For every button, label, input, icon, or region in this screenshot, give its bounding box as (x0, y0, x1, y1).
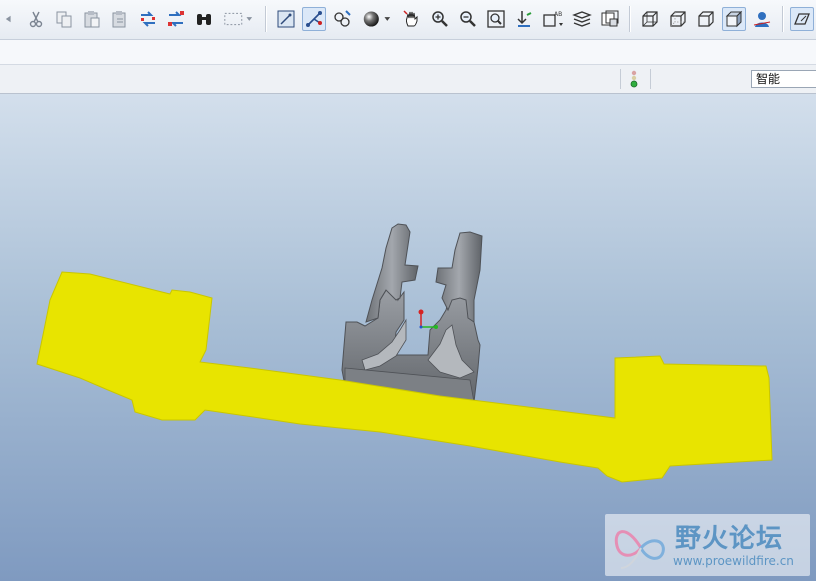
model-canvas[interactable] (0, 94, 816, 581)
hidden-line-button[interactable] (666, 7, 690, 31)
regenerate-manager-icon (168, 11, 184, 27)
refit-button[interactable] (484, 7, 508, 31)
regenerate-icon (141, 11, 155, 27)
toolbar-separator (265, 6, 267, 32)
status-bar: 智能 (0, 65, 816, 94)
no-hidden-button[interactable] (694, 7, 718, 31)
cut-button[interactable] (24, 7, 48, 31)
status-separator (620, 69, 621, 89)
pan-button[interactable] (400, 7, 424, 31)
traffic-light-icon (630, 70, 638, 88)
paste-icon (84, 11, 100, 28)
toolbar-separator (629, 6, 631, 32)
selection-filter-select[interactable]: 智能 (751, 70, 816, 88)
saved-views-button[interactable]: AB (540, 7, 568, 31)
select-box-icon (224, 12, 253, 26)
regenerate-manager-button[interactable] (164, 7, 188, 31)
regenerate-button[interactable] (136, 7, 160, 31)
refit-icon (487, 10, 505, 28)
paste-special-button[interactable] (108, 7, 132, 31)
undo-icon (5, 15, 11, 23)
gray-part[interactable] (341, 223, 483, 403)
toolbar-separator (782, 6, 784, 32)
undo-dropdown-button[interactable] (0, 7, 18, 31)
wireframe-icon (642, 11, 658, 27)
enhanced-realism-icon (753, 12, 771, 27)
no-hidden-icon (698, 11, 714, 27)
watermark-title: 野火论坛 (675, 524, 784, 554)
spin-center-button[interactable] (302, 7, 326, 31)
layers-icon (572, 11, 592, 27)
reorient-icon (517, 11, 532, 27)
appearance-icon (334, 10, 351, 27)
graphics-viewport[interactable] (0, 94, 816, 581)
find-icon (197, 14, 211, 25)
status-separator (650, 69, 651, 89)
enhanced-realism-button[interactable] (750, 7, 774, 31)
zoom-in-icon (432, 11, 448, 27)
appearance-button[interactable] (330, 7, 354, 31)
reorient-button[interactable] (512, 7, 536, 31)
butterfly-logo-icon (614, 530, 665, 569)
watermark-url: www.proewildfire.cn (673, 554, 794, 568)
plane-display-button[interactable] (790, 7, 814, 31)
zoom-in-button[interactable] (428, 7, 452, 31)
find-button[interactable] (192, 7, 216, 31)
saved-views-icon: AB (543, 11, 563, 27)
spin-center-icon (306, 11, 322, 27)
shade-icon (363, 11, 391, 27)
layers-button[interactable] (570, 7, 594, 31)
shade-button[interactable] (358, 7, 394, 31)
svg-text:AB: AB (554, 11, 562, 18)
select-box-button[interactable] (220, 7, 256, 31)
main-toolbar: AB (0, 0, 816, 40)
shaded-icon (725, 10, 743, 28)
datum-display-button[interactable] (274, 7, 298, 31)
cut-icon (29, 11, 43, 28)
coordinate-triad (418, 309, 438, 329)
wireframe-button[interactable] (638, 7, 662, 31)
view-manager-button[interactable] (598, 7, 622, 31)
secondary-toolbar (0, 40, 816, 65)
zoom-out-button[interactable] (456, 7, 480, 31)
zoom-out-icon (460, 11, 476, 27)
paste-button[interactable] (80, 7, 104, 31)
pan-icon (403, 10, 418, 27)
hidden-line-icon (670, 11, 686, 27)
copy-button[interactable] (52, 7, 76, 31)
datum-display-icon (277, 10, 295, 28)
copy-icon (56, 11, 72, 28)
view-manager-icon (601, 10, 619, 27)
paste-special-icon (112, 11, 126, 28)
shaded-button[interactable] (722, 7, 746, 31)
forum-watermark: 野火论坛 www.proewildfire.cn (605, 514, 810, 576)
plane-display-icon (794, 13, 810, 25)
